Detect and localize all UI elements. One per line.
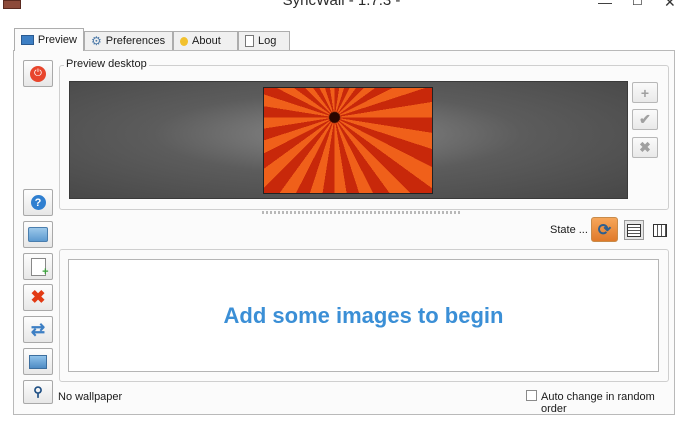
columns-icon [653, 223, 667, 237]
folder-icon [28, 227, 48, 242]
state-label: State ... [550, 224, 588, 236]
help-icon: ? [30, 195, 46, 210]
random-order-label: Auto change in random order [541, 391, 655, 415]
tab-log[interactable]: Log [238, 31, 290, 50]
empty-list-message: Add some images to begin [223, 302, 504, 328]
sync-icon: ⇄ [30, 319, 46, 339]
view-image-button[interactable]: ⚲ [23, 380, 53, 404]
document-icon [245, 35, 254, 47]
tab-about[interactable]: About [173, 31, 238, 50]
remove-button[interactable]: ✖ [23, 284, 53, 311]
table-icon [627, 223, 641, 237]
window-title: SyncWall - 1.7.3 - [282, 0, 401, 9]
columns-view-button[interactable] [650, 220, 670, 240]
add-file-icon: + [30, 257, 49, 278]
power-icon: ⏻ [30, 65, 46, 82]
power-button[interactable]: ⏻ [23, 60, 53, 87]
minimize-button[interactable]: — [598, 0, 612, 10]
state-icon[interactable]: ⟳ [591, 217, 618, 242]
tab-log-label: Log [258, 35, 277, 47]
preview-desktop-label: Preview desktop [64, 58, 149, 70]
maximize-button[interactable]: ☐ [632, 0, 643, 8]
tab-preferences-label: Preferences [105, 35, 166, 47]
tab-about-label: About [192, 35, 221, 47]
monitor-icon [21, 35, 34, 45]
image-list[interactable]: Add some images to begin [68, 259, 659, 372]
table-view-button[interactable] [624, 220, 644, 240]
monitor-icon [29, 354, 47, 369]
tab-preview[interactable]: Preview [14, 28, 84, 51]
tab-preview-label: Preview [37, 34, 77, 46]
magnifier-icon: ⚲ [33, 384, 43, 399]
remove-screen-button[interactable]: ✖ [632, 137, 658, 158]
wallpaper-thumbnail[interactable] [263, 87, 433, 194]
gear-icon: ⚙ [91, 34, 102, 48]
add-file-button[interactable]: + [23, 253, 53, 280]
splitter-handle[interactable] [262, 211, 462, 214]
lightbulb-icon [180, 36, 188, 46]
add-screen-button[interactable]: + [632, 82, 658, 103]
set-wallpaper-button[interactable] [23, 348, 53, 375]
random-order-checkbox[interactable] [526, 390, 537, 401]
tab-preferences[interactable]: ⚙ Preferences [84, 31, 173, 50]
status-text: No wallpaper [58, 391, 123, 403]
remove-icon: ✖ [30, 287, 46, 307]
help-button[interactable]: ? [23, 189, 53, 216]
sync-button[interactable]: ⇄ [23, 316, 53, 343]
apply-button[interactable]: ✔ [632, 109, 658, 130]
close-button[interactable]: ✕ [664, 0, 676, 11]
open-folder-button[interactable] [23, 221, 53, 248]
